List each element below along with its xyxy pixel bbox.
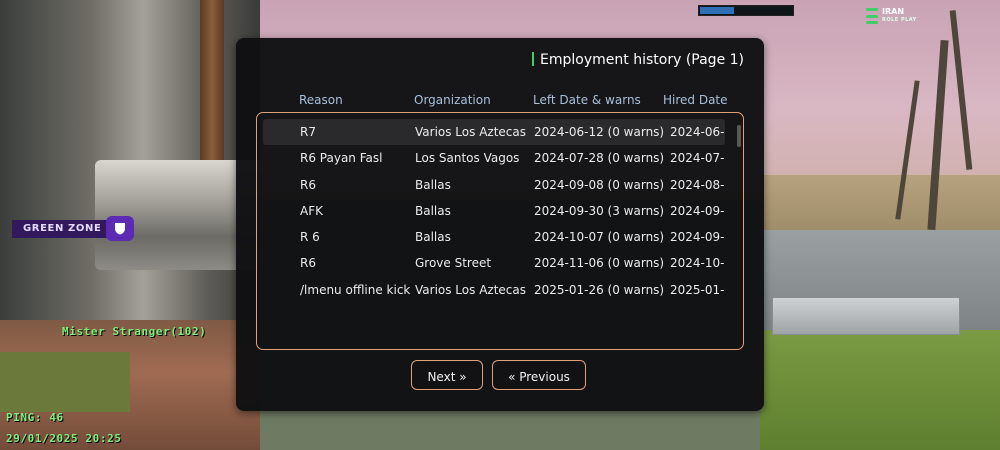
organization-cell: Los Santos Vagos [415,151,520,166]
hired-date-cell: 2024-09-3 [670,203,725,218]
server-logo: IRAN ROLE PLAY [866,8,917,24]
logo-name: IRAN [882,7,905,16]
employment-history-dialog: Employment history (Page 1) Reason Organ… [236,38,764,411]
terrain [760,175,1000,235]
reason-cell: R6 [300,256,316,271]
left-date-cell: 2025-01-26 (0 warns) [534,282,665,297]
organization-cell: Varios Los Aztecas [415,125,526,139]
reason-cell: R7 [300,125,316,139]
left-date-cell: 2024-07-28 (0 warns) [534,151,665,166]
ping-readout: PING: 46 [6,411,64,424]
table-row[interactable]: AFK Ballas 2024-09-30 (3 warns) 2024-09-3 [263,198,725,224]
hired-date-cell: 2025-01-2 [670,282,725,297]
dialog-title: Employment history (Page 1) [532,52,744,68]
reason-cell: AFK [300,203,323,218]
organization-cell: Varios Los Aztecas [415,282,526,297]
left-date-cell: 2024-06-12 (0 warns) [534,125,665,139]
history-table[interactable]: R7 Varios Los Aztecas 2024-06-12 (0 warns)… [256,112,744,350]
logo-icon [866,8,878,24]
column-header-reason: Reason [299,93,343,107]
organization-cell: Ballas [415,203,451,218]
shield-icon [106,216,134,241]
left-date-cell: 2024-09-08 (0 warns) [534,177,665,192]
organization-cell: Ballas [415,177,451,192]
column-header-left-date: Left Date & warns [533,93,641,107]
player-name: Mister Stranger(102) [62,325,207,338]
grass-patch [0,352,130,412]
title-accent-bar [532,52,535,66]
left-date-cell: 2024-10-07 (0 warns) [534,230,665,245]
table-row[interactable]: R7 Varios Los Aztecas 2024-06-12 (0 warns)… [263,119,725,146]
table-row[interactable]: R6 Grove Street 2024-11-06 (0 warns) 2024-1… [263,250,725,276]
logo-sub: ROLE PLAY [882,17,917,23]
left-date-cell: 2024-09-30 (3 warns) [534,203,665,218]
hired-date-cell: 2024-08-3 [670,177,725,192]
health-bar-fill [700,7,735,14]
history-rows: R7 Varios Los Aztecas 2024-06-12 (0 warns)… [263,119,725,341]
reason-cell: /lmenu offline kick [300,282,411,297]
grass [760,330,1000,450]
column-header-organization: Organization [414,93,491,107]
column-header-hired-date: Hired Date [663,93,728,107]
hired-date-cell: 2024-10-1 [670,256,725,271]
reason-cell: R6 Payan Fasl [300,151,383,166]
previous-button[interactable]: « Previous [492,360,586,390]
hired-date-cell: 2024-06-0 [670,125,725,139]
datetime-readout: 29/01/2025 20:25 [6,432,122,445]
health-bar [698,5,794,16]
organization-cell: Grove Street [415,256,492,271]
reason-cell: R6 [300,177,316,192]
hired-date-cell: 2024-07-2 [670,151,725,166]
table-row[interactable]: R6 Ballas 2024-09-08 (0 warns) 2024-08-3 [263,172,725,198]
table-row[interactable]: /lmenu offline kick Varios Los Aztecas 202… [263,277,725,303]
table-row[interactable]: R6 Payan Fasl Los Santos Vagos 2024-07-28 … [263,145,725,171]
zone-badge: GREEN ZONE [12,220,118,238]
table-row[interactable]: R 6 Ballas 2024-10-07 (0 warns) 2024-09-3 [263,224,725,250]
left-date-cell: 2024-11-06 (0 warns) [534,256,665,271]
scrollbar[interactable] [737,125,741,147]
reason-cell: R 6 [300,230,320,245]
next-button[interactable]: Next » [411,360,483,390]
organization-cell: Ballas [415,230,451,245]
concrete-slab [772,297,960,335]
dialog-title-text: Employment history (Page 1) [540,52,744,68]
hired-date-cell: 2024-09-3 [670,230,725,245]
